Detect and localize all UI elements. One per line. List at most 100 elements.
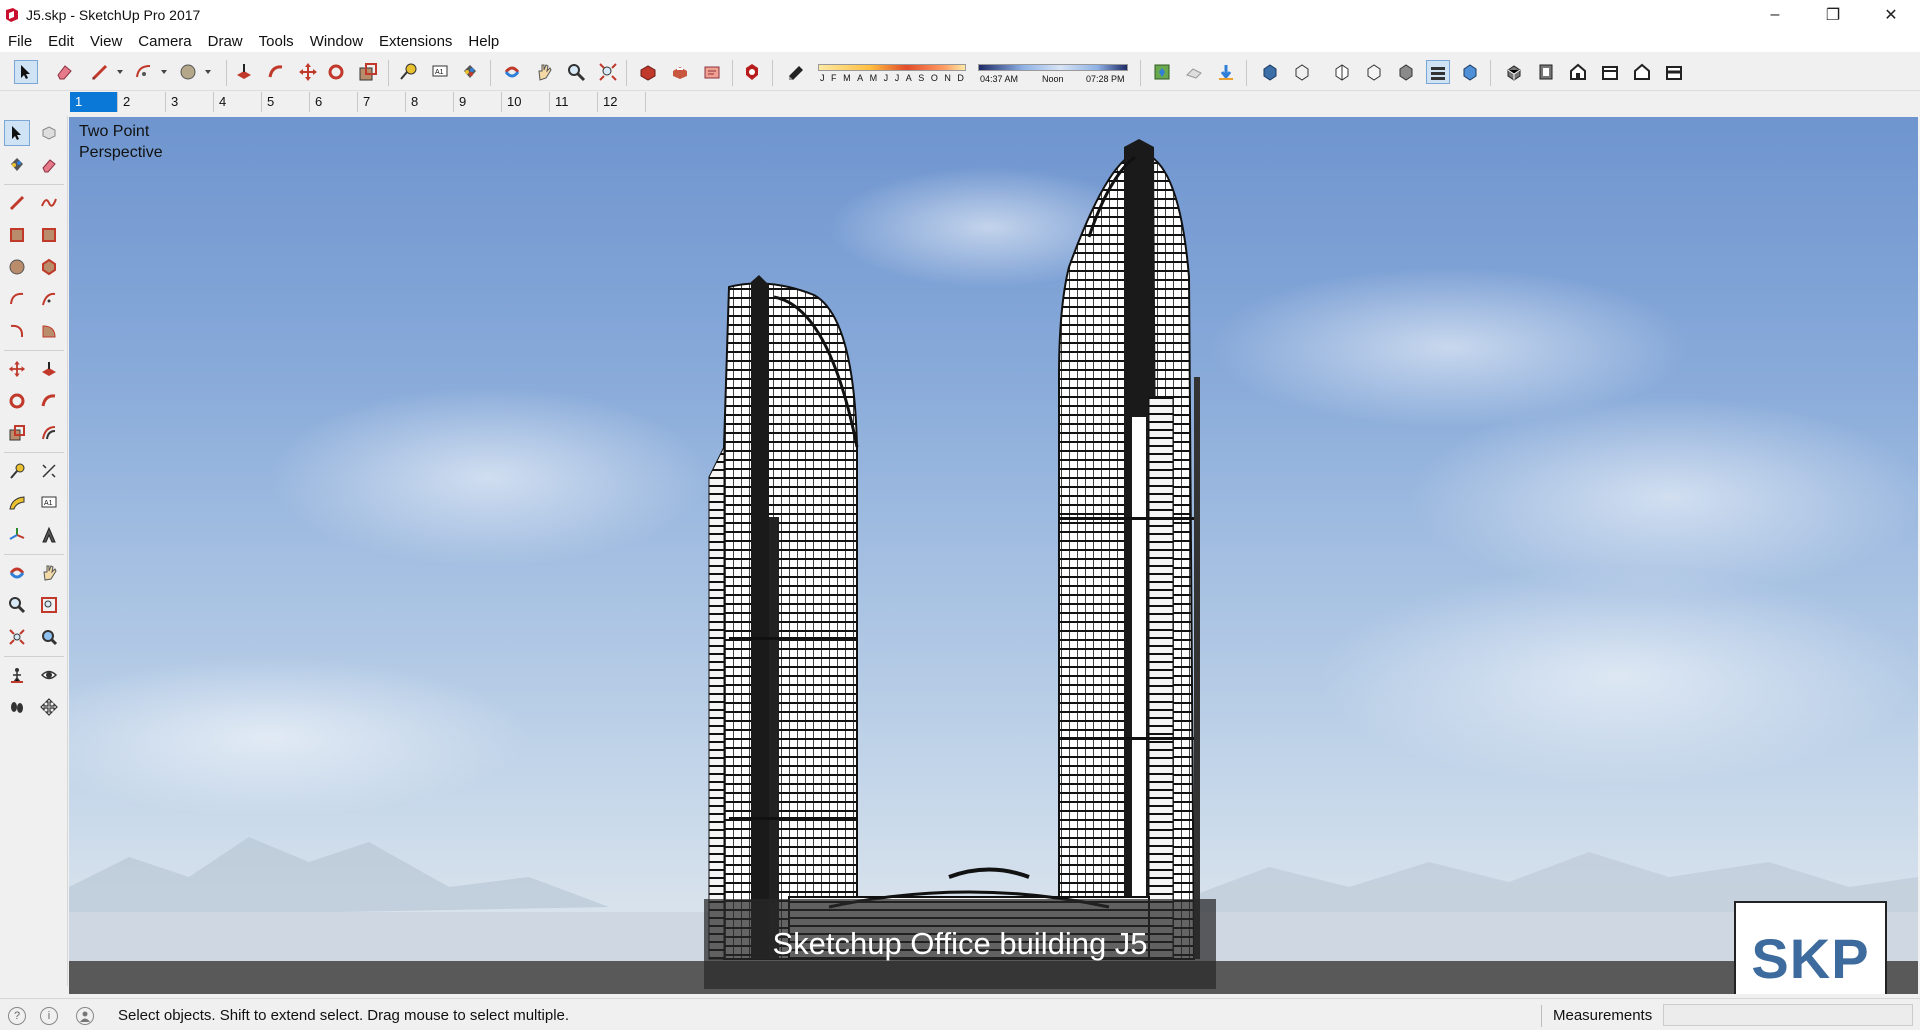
- move-tool-icon[interactable]: [296, 60, 320, 84]
- shadow-time-slider[interactable]: 04:37 AM Noon 07:28 PM: [978, 64, 1128, 86]
- text-tool-icon[interactable]: A1: [428, 60, 452, 84]
- scene-tab-1[interactable]: 1: [70, 92, 118, 112]
- pie-icon[interactable]: [36, 318, 62, 344]
- scene-tab-7[interactable]: 7: [358, 92, 406, 112]
- zoom-icon[interactable]: [4, 592, 30, 618]
- offset-icon[interactable]: [36, 420, 62, 446]
- push-pull-icon[interactable]: [36, 356, 62, 382]
- rotated-rectangle-icon[interactable]: [36, 222, 62, 248]
- orbit-icon[interactable]: [4, 560, 30, 586]
- xray-style-icon[interactable]: [1258, 60, 1282, 84]
- menu-file[interactable]: File: [0, 33, 40, 50]
- walk-icon[interactable]: [4, 694, 30, 720]
- zoom-extents-tool-icon[interactable]: [596, 60, 620, 84]
- pan-tool-icon[interactable]: [532, 60, 556, 84]
- zoom-window-icon[interactable]: [36, 592, 62, 618]
- display-shadows-icon[interactable]: [784, 60, 808, 84]
- freehand-icon[interactable]: [36, 190, 62, 216]
- menu-help[interactable]: Help: [460, 33, 507, 50]
- scene-tab-3[interactable]: 3: [166, 92, 214, 112]
- measurements-input[interactable]: [1663, 1004, 1913, 1026]
- scale-tool-icon[interactable]: [356, 60, 380, 84]
- left-view-icon[interactable]: [1662, 60, 1686, 84]
- text-icon[interactable]: A1: [36, 490, 62, 516]
- monochrome-style-icon[interactable]: [1426, 60, 1450, 84]
- line-icon[interactable]: [4, 190, 30, 216]
- orbit-tool-icon[interactable]: [500, 60, 524, 84]
- protractor-icon[interactable]: [4, 490, 30, 516]
- maximize-button[interactable]: ❐: [1804, 0, 1862, 30]
- paint-bucket-icon[interactable]: [4, 152, 30, 178]
- eraser-icon[interactable]: [36, 152, 62, 178]
- two-point-arc-icon[interactable]: [36, 286, 62, 312]
- eraser-tool-icon[interactable]: [52, 60, 76, 84]
- scene-tab-8[interactable]: 8: [406, 92, 454, 112]
- previous-view-icon[interactable]: [36, 624, 62, 650]
- dimension-icon[interactable]: [36, 458, 62, 484]
- select-tool-icon[interactable]: [14, 60, 38, 84]
- follow-me-tool-icon[interactable]: [264, 60, 288, 84]
- menu-view[interactable]: View: [82, 33, 130, 50]
- shaded-textures-style-icon[interactable]: [1394, 60, 1418, 84]
- three-point-arc-icon[interactable]: [4, 318, 30, 344]
- follow-me-icon[interactable]: [36, 388, 62, 414]
- look-around-icon[interactable]: [36, 662, 62, 688]
- line-dropdown-icon[interactable]: [108, 60, 132, 84]
- zoom-extents-icon[interactable]: [4, 624, 30, 650]
- share-component-icon[interactable]: [700, 60, 724, 84]
- section-fill-style-icon[interactable]: [1458, 60, 1482, 84]
- scene-tab-11[interactable]: 11: [550, 92, 598, 112]
- time-gradient-bar[interactable]: [978, 64, 1128, 71]
- tape-measure-tool-icon[interactable]: [396, 60, 420, 84]
- geo-location-icon[interactable]: ?: [8, 1007, 26, 1025]
- scene-tab-12[interactable]: 12: [598, 92, 646, 112]
- scene-tab-10[interactable]: 10: [502, 92, 550, 112]
- zoom-tool-icon[interactable]: [564, 60, 588, 84]
- menu-draw[interactable]: Draw: [200, 33, 251, 50]
- back-view-icon[interactable]: [1630, 60, 1654, 84]
- scene-tab-6[interactable]: 6: [310, 92, 358, 112]
- scene-tab-4[interactable]: 4: [214, 92, 262, 112]
- front-view-icon[interactable]: [1566, 60, 1590, 84]
- menu-window[interactable]: Window: [302, 33, 371, 50]
- share-model-icon[interactable]: [668, 60, 692, 84]
- make-component-icon[interactable]: [36, 120, 62, 146]
- menu-tools[interactable]: Tools: [251, 33, 302, 50]
- scene-tab-5[interactable]: 5: [262, 92, 310, 112]
- hidden-line-style-icon[interactable]: [1330, 60, 1354, 84]
- right-view-icon[interactable]: [1598, 60, 1622, 84]
- wireframe-style-icon[interactable]: [1290, 60, 1314, 84]
- iso-view-icon[interactable]: [1502, 60, 1526, 84]
- section-plane-icon[interactable]: [36, 694, 62, 720]
- model-viewport[interactable]: Two Point Perspective Sketchup Office bu…: [69, 117, 1918, 994]
- shadow-month-slider[interactable]: J F M A M J J A S O N D: [818, 64, 966, 84]
- menu-extensions[interactable]: Extensions: [371, 33, 460, 50]
- credits-icon[interactable]: i: [40, 1007, 58, 1025]
- scale-icon[interactable]: [4, 420, 30, 446]
- menu-camera[interactable]: Camera: [130, 33, 199, 50]
- rotate-tool-icon[interactable]: [324, 60, 348, 84]
- month-gradient-bar[interactable]: [818, 64, 966, 71]
- photo-textures-icon[interactable]: [1214, 60, 1238, 84]
- rotate-icon[interactable]: [4, 388, 30, 414]
- pan-icon[interactable]: [36, 560, 62, 586]
- shaded-style-icon[interactable]: [1362, 60, 1386, 84]
- polygon-icon[interactable]: [36, 254, 62, 280]
- circle-icon[interactable]: [4, 254, 30, 280]
- extension-warehouse-icon[interactable]: [740, 60, 764, 84]
- move-icon[interactable]: [4, 356, 30, 382]
- 3d-text-icon[interactable]: [36, 522, 62, 548]
- axes-icon[interactable]: [4, 522, 30, 548]
- scene-tab-2[interactable]: 2: [118, 92, 166, 112]
- menu-edit[interactable]: Edit: [40, 33, 82, 50]
- close-button[interactable]: ✕: [1862, 0, 1920, 30]
- 3d-warehouse-icon[interactable]: [636, 60, 660, 84]
- scene-tab-9[interactable]: 9: [454, 92, 502, 112]
- arc-dropdown-icon[interactable]: [152, 60, 176, 84]
- rectangle-icon[interactable]: [4, 222, 30, 248]
- position-camera-icon[interactable]: [4, 662, 30, 688]
- select-tool-icon[interactable]: [4, 120, 30, 146]
- minimize-button[interactable]: –: [1746, 0, 1804, 30]
- add-location-icon[interactable]: [1150, 60, 1174, 84]
- shapes-dropdown-icon[interactable]: [196, 60, 220, 84]
